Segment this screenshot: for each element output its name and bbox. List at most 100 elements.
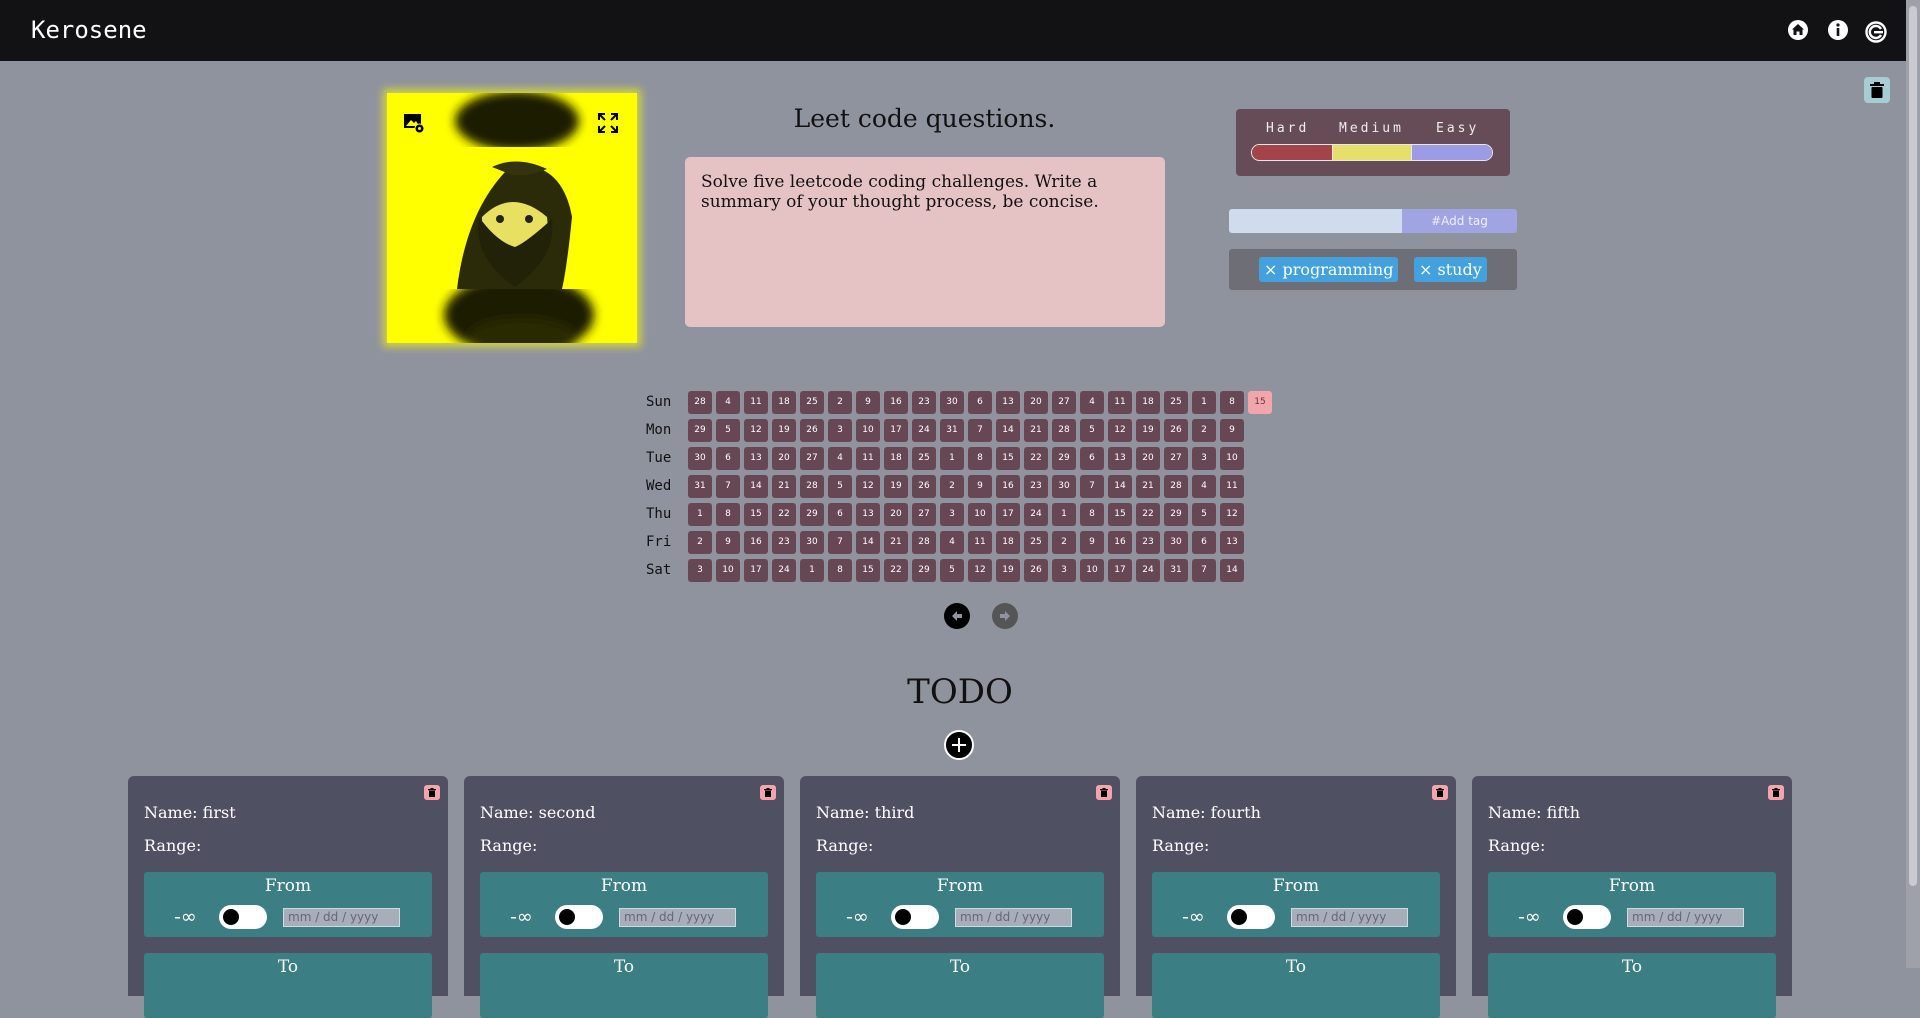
calendar-day-cell[interactable]: 14 [744,475,768,498]
delete-todo-button[interactable] [424,785,440,800]
calendar-day-cell[interactable]: 20 [1136,447,1160,470]
calendar-day-cell[interactable]: 13 [996,391,1020,414]
calendar-day-cell[interactable]: 13 [856,503,880,526]
calendar-next-button[interactable] [992,603,1018,629]
calendar-day-cell[interactable]: 5 [940,559,964,582]
calendar-day-cell[interactable]: 4 [1192,475,1216,498]
calendar-day-cell[interactable]: 14 [996,419,1020,442]
calendar-day-cell[interactable]: 23 [772,531,796,554]
tag-programming[interactable]: × programming [1259,257,1399,282]
calendar-day-cell[interactable]: 22 [884,559,908,582]
calendar-prev-button[interactable] [944,603,970,629]
calendar-day-cell[interactable]: 3 [828,419,852,442]
calendar-day-cell[interactable]: 2 [828,391,852,414]
tag-remove-icon[interactable]: × [1419,260,1432,279]
calendar-day-cell[interactable]: 26 [800,419,824,442]
calendar-day-cell[interactable]: 14 [1108,475,1132,498]
calendar-day-cell[interactable]: 2 [688,531,712,554]
calendar-day-cell[interactable]: 8 [716,503,740,526]
add-tag-button[interactable]: #Add tag [1402,209,1517,233]
calendar-day-cell[interactable]: 10 [716,559,740,582]
scrollbar-thumb[interactable] [1909,6,1917,886]
calendar-day-cell[interactable]: 25 [1024,531,1048,554]
calendar-day-cell[interactable]: 27 [1052,391,1076,414]
calendar-day-cell[interactable]: 16 [744,531,768,554]
page-scrollbar[interactable] [1906,0,1920,968]
calendar-day-cell[interactable]: 22 [772,503,796,526]
calendar-day-cell[interactable]: 1 [940,447,964,470]
calendar-day-cell[interactable]: 21 [884,531,908,554]
tag-remove-icon[interactable]: × [1264,260,1277,279]
calendar-day-cell[interactable]: 30 [940,391,964,414]
calendar-day-cell[interactable]: 18 [1136,391,1160,414]
calendar-day-cell[interactable]: 16 [1108,531,1132,554]
calendar-day-cell[interactable]: 9 [716,531,740,554]
home-icon[interactable] [1786,18,1810,42]
calendar-day-cell[interactable]: 19 [996,559,1020,582]
calendar-day-cell[interactable]: 25 [912,447,936,470]
calendar-day-cell[interactable]: 3 [1052,559,1076,582]
delete-task-button[interactable] [1864,77,1890,103]
calendar-day-cell[interactable]: 27 [800,447,824,470]
calendar-day-cell[interactable]: 15 [996,447,1020,470]
calendar-day-cell[interactable]: 13 [1108,447,1132,470]
todo-name-value[interactable]: third [875,803,915,822]
calendar-day-cell[interactable]: 7 [828,531,852,554]
todo-name-value[interactable]: first [203,803,236,822]
calendar-day-cell[interactable]: 11 [968,531,992,554]
calendar-day-cell[interactable]: 10 [1080,559,1104,582]
calendar-day-cell[interactable]: 10 [1220,447,1244,470]
calendar-day-cell[interactable]: 12 [856,475,880,498]
calendar-day-cell[interactable]: 9 [856,391,880,414]
calendar-day-cell[interactable]: 26 [1024,559,1048,582]
calendar-day-cell[interactable]: 1 [1052,503,1076,526]
calendar-day-cell[interactable]: 31 [688,475,712,498]
change-image-icon[interactable] [403,112,425,134]
calendar-day-cell[interactable]: 3 [940,503,964,526]
calendar-day-cell[interactable]: 23 [912,391,936,414]
calendar-day-cell[interactable]: 28 [912,531,936,554]
calendar-day-cell[interactable]: 26 [912,475,936,498]
expand-icon[interactable] [597,112,619,134]
calendar-day-cell[interactable]: 24 [772,559,796,582]
calendar-day-cell[interactable]: 8 [1220,391,1244,414]
calendar-day-cell[interactable]: 29 [800,503,824,526]
calendar-day-cell[interactable]: 18 [884,447,908,470]
info-icon[interactable] [1826,18,1850,42]
infinity-toggle[interactable] [555,905,603,929]
calendar-day-cell[interactable]: 10 [856,419,880,442]
calendar-day-cell[interactable]: 28 [1052,419,1076,442]
delete-todo-button[interactable] [1432,785,1448,800]
from-date-input[interactable]: mm / dd / yyyy [283,908,400,927]
calendar-day-cell[interactable]: 23 [1136,531,1160,554]
calendar-day-cell[interactable]: 28 [1164,475,1188,498]
calendar-day-cell[interactable]: 17 [1108,559,1132,582]
delete-todo-button[interactable] [1768,785,1784,800]
calendar-day-cell[interactable]: 13 [744,447,768,470]
calendar-day-cell[interactable]: 8 [828,559,852,582]
calendar-day-cell[interactable]: 22 [1136,503,1160,526]
delete-todo-button[interactable] [1096,785,1112,800]
calendar-day-cell[interactable]: 31 [940,419,964,442]
infinity-toggle[interactable] [1563,905,1611,929]
calendar-day-cell[interactable]: 11 [1108,391,1132,414]
calendar-day-cell[interactable]: 3 [688,559,712,582]
calendar-day-cell[interactable]: 16 [884,391,908,414]
calendar-day-cell[interactable]: 24 [1136,559,1160,582]
calendar-day-cell[interactable]: 5 [716,419,740,442]
todo-name-value[interactable]: fourth [1211,803,1261,822]
calendar-day-cell[interactable]: 7 [968,419,992,442]
task-description[interactable]: Solve five leetcode coding challenges. W… [685,157,1165,327]
task-title[interactable]: Leet code questions. [686,104,1163,133]
calendar-day-cell[interactable]: 20 [772,447,796,470]
calendar-day-cell[interactable]: 15 [744,503,768,526]
calendar-day-cell[interactable]: 4 [716,391,740,414]
calendar-day-cell[interactable]: 19 [772,419,796,442]
calendar-day-cell[interactable]: 26 [1164,419,1188,442]
calendar-day-cell[interactable]: 21 [1024,419,1048,442]
calendar-day-cell[interactable]: 8 [1080,503,1104,526]
infinity-toggle[interactable] [219,905,267,929]
calendar-day-cell[interactable]: 30 [1164,531,1188,554]
difficulty-hard-segment[interactable] [1252,145,1333,160]
calendar-day-cell[interactable]: 18 [996,531,1020,554]
